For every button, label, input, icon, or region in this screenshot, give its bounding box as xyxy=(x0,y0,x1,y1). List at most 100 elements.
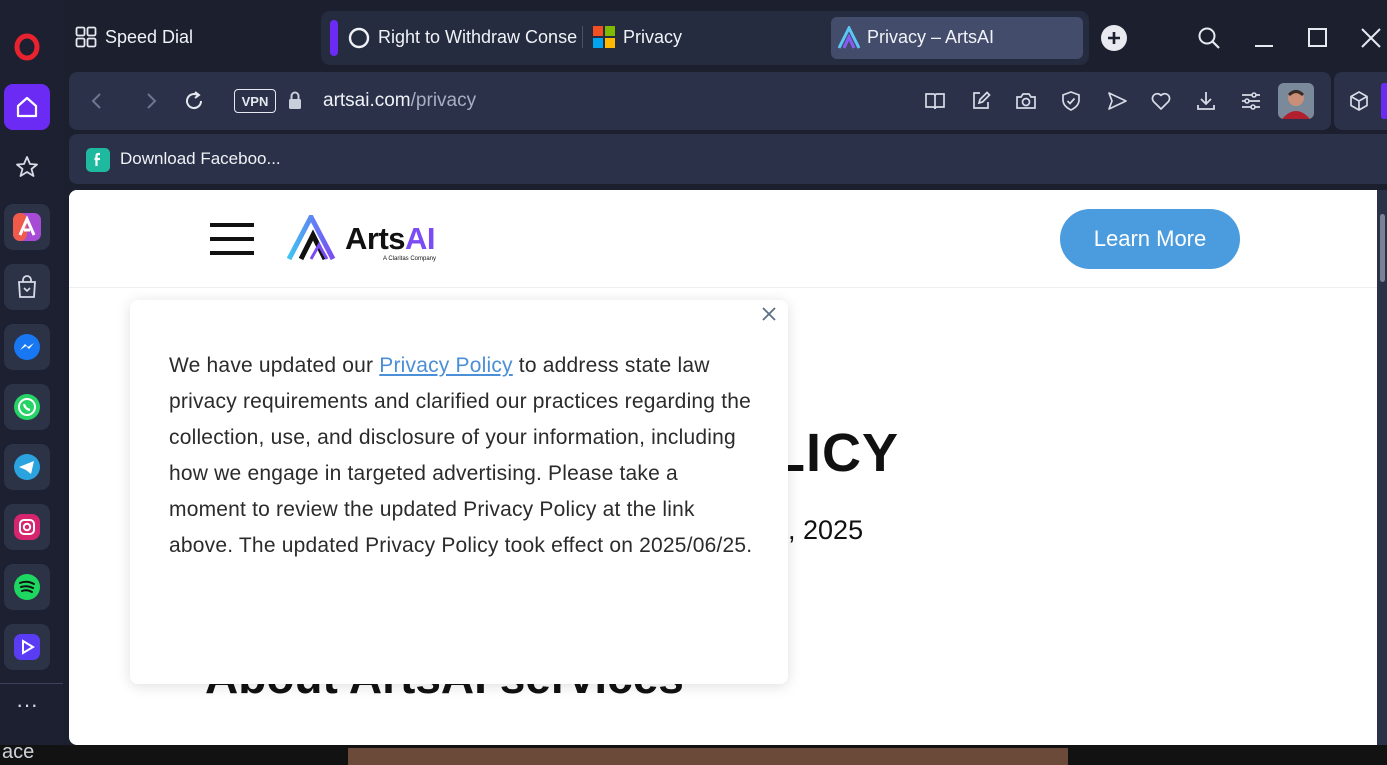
minimize-button[interactable] xyxy=(1253,26,1275,48)
downloads-button[interactable] xyxy=(1194,89,1218,113)
hamburger-menu-button[interactable] xyxy=(209,222,255,256)
desktop-text-fragment: ace xyxy=(2,741,35,763)
messenger-icon xyxy=(14,334,40,360)
bookmark-item-download-facebook[interactable]: Download Faceboo... xyxy=(120,149,281,169)
modal-close-button[interactable] xyxy=(760,305,778,323)
wallpaper-fragment xyxy=(348,748,1068,765)
extensions-button[interactable] xyxy=(1347,89,1371,113)
tab-island-marker xyxy=(330,20,338,56)
aria-button[interactable] xyxy=(4,204,50,250)
pencil-box-icon xyxy=(973,91,991,109)
minimize-icon xyxy=(1255,45,1273,47)
web-page: ArtsAI A Claritas Company Learn More OLI… xyxy=(69,190,1377,745)
loading-icon xyxy=(348,27,370,49)
bookmarks-bar: Download Faceboo... xyxy=(69,134,1387,184)
telegram-icon xyxy=(14,454,40,480)
page-scrollbar-track[interactable] xyxy=(1377,190,1387,745)
shield-check-icon xyxy=(1062,91,1080,111)
opera-menu-button[interactable] xyxy=(4,24,50,70)
spotify-button[interactable] xyxy=(4,564,50,610)
bookmarks-button[interactable] xyxy=(4,144,50,190)
profile-avatar[interactable] xyxy=(1278,83,1314,119)
messenger-button[interactable] xyxy=(4,324,50,370)
logo-wordmark: ArtsAI xyxy=(345,221,436,257)
tab-search-button[interactable] xyxy=(1197,26,1221,50)
camera-icon xyxy=(1016,93,1036,109)
desktop-strip: ace xyxy=(0,741,1387,765)
vpn-badge[interactable]: VPN xyxy=(234,89,276,113)
artsai-favicon-icon xyxy=(837,24,861,50)
player-button[interactable] xyxy=(4,624,50,670)
address-toolbar: VPN artsai.com/privacy xyxy=(69,72,1331,130)
back-button[interactable] xyxy=(85,89,109,113)
page-scrollbar-thumb[interactable] xyxy=(1380,214,1385,282)
reload-icon xyxy=(186,91,203,110)
learn-more-button[interactable]: Learn More xyxy=(1060,209,1240,269)
maximize-icon xyxy=(1308,28,1327,47)
tab-separator xyxy=(582,26,583,48)
tab-privacy[interactable]: Privacy xyxy=(623,27,803,48)
book-icon xyxy=(925,93,945,110)
plus-icon xyxy=(1108,32,1120,44)
tab-right-to-withdraw[interactable]: Right to Withdraw Conse xyxy=(378,27,578,48)
url-path: /privacy xyxy=(410,90,477,111)
opera-sidebar: ··· xyxy=(0,0,63,765)
sidebar-more-button[interactable]: ··· xyxy=(12,692,42,722)
tab-speed-dial[interactable]: Speed Dial xyxy=(105,27,305,48)
star-icon xyxy=(16,156,38,177)
chevron-right-icon xyxy=(147,93,157,109)
maximize-button[interactable] xyxy=(1307,27,1329,49)
tab-active-label: Privacy – ArtsAI xyxy=(867,27,995,47)
easy-setup-button[interactable] xyxy=(1239,89,1263,113)
send-icon xyxy=(1108,92,1127,110)
new-tab-button[interactable] xyxy=(1101,25,1127,51)
site-header: ArtsAI A Claritas Company Learn More xyxy=(69,190,1377,288)
extensions-toolbar xyxy=(1334,72,1387,130)
reload-button[interactable] xyxy=(182,89,206,113)
close-icon xyxy=(762,307,776,321)
modal-message: We have updated our Privacy Policy to ad… xyxy=(169,348,754,564)
chevron-left-icon xyxy=(91,93,101,109)
reader-mode-button[interactable] xyxy=(923,89,947,113)
logo-text-arts: Arts xyxy=(345,221,406,256)
flow-button[interactable] xyxy=(1105,89,1129,113)
close-window-button[interactable] xyxy=(1360,27,1382,49)
favorite-button[interactable] xyxy=(1149,89,1173,113)
artsai-logo[interactable]: ArtsAI A Claritas Company xyxy=(287,215,447,265)
privacy-update-modal: We have updated our Privacy Policy to ad… xyxy=(130,300,788,684)
player-icon xyxy=(14,634,40,660)
close-icon xyxy=(1361,28,1381,48)
avatar-icon xyxy=(1278,83,1314,119)
logo-tagline: A Claritas Company xyxy=(383,256,437,262)
modal-text-after: to address state law privacy requirement… xyxy=(169,354,753,557)
edit-button[interactable] xyxy=(969,89,993,113)
speed-dial-icon xyxy=(75,26,97,48)
privacy-policy-link[interactable]: Privacy Policy xyxy=(379,354,513,377)
instagram-icon xyxy=(14,514,40,540)
url-input[interactable]: artsai.com/privacy xyxy=(323,90,476,112)
logo-text-ai: AI xyxy=(405,221,436,256)
lock-icon[interactable] xyxy=(284,89,308,113)
spotify-icon xyxy=(14,574,40,600)
forward-button[interactable] xyxy=(139,89,163,113)
download-icon xyxy=(1197,92,1215,110)
shopping-bag-icon xyxy=(18,275,36,298)
shopping-button[interactable] xyxy=(4,264,50,310)
modal-text-before: We have updated our xyxy=(169,354,380,377)
home-icon xyxy=(16,96,38,118)
hamburger-icon xyxy=(210,223,254,255)
adblock-button[interactable] xyxy=(1059,89,1083,113)
home-button[interactable] xyxy=(4,84,50,130)
microsoft-icon xyxy=(593,26,615,48)
sidebar-divider xyxy=(0,683,63,684)
snapshot-button[interactable] xyxy=(1014,89,1038,113)
extension-marker xyxy=(1381,83,1387,119)
instagram-button[interactable] xyxy=(4,504,50,550)
aria-icon xyxy=(13,213,41,241)
tab-strip: Speed Dial Right to Withdraw Conse Priva… xyxy=(63,0,1387,70)
bookmark-favicon-icon xyxy=(86,148,110,172)
artsai-logo-icon xyxy=(287,215,336,261)
whatsapp-button[interactable] xyxy=(4,384,50,430)
sliders-icon xyxy=(1242,92,1260,110)
telegram-button[interactable] xyxy=(4,444,50,490)
